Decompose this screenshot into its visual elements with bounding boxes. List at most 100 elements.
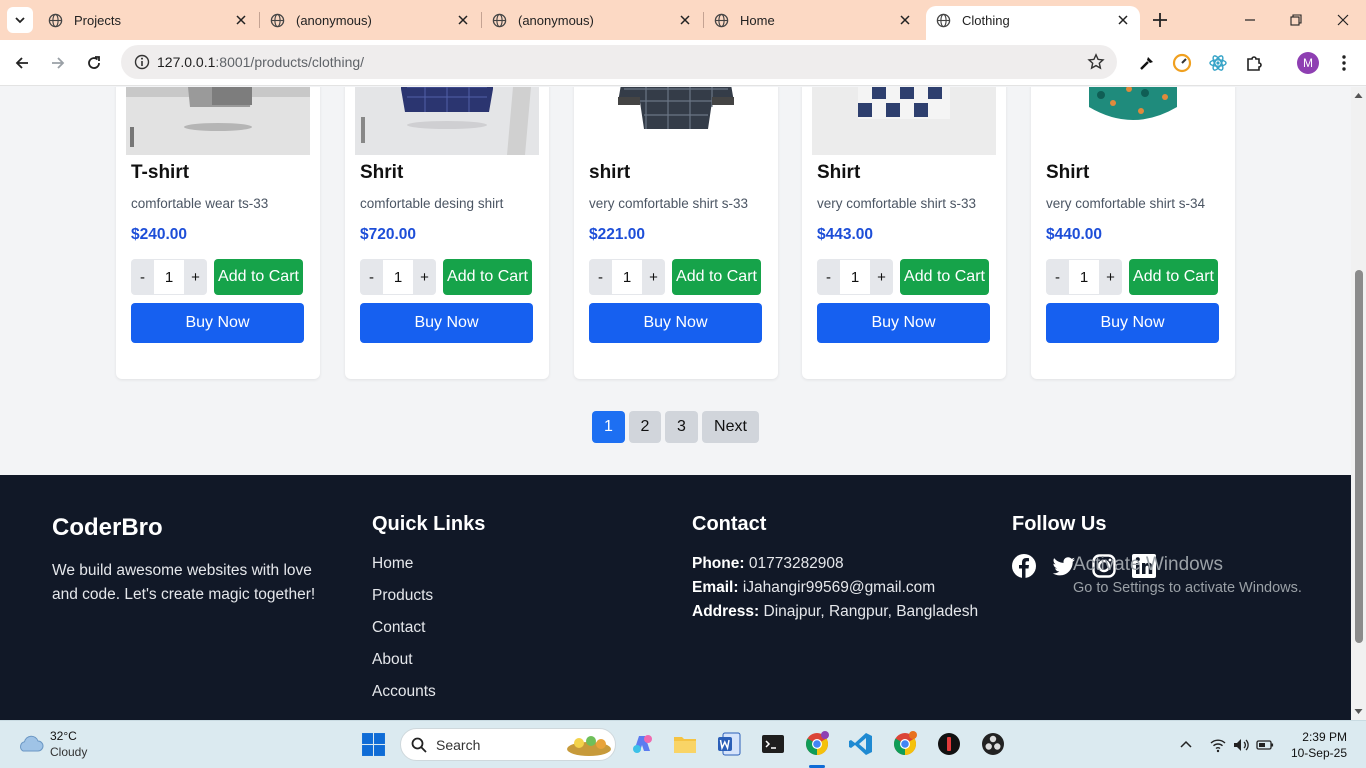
quantity-input[interactable]: 1 — [154, 259, 184, 295]
product-image[interactable] — [126, 87, 310, 155]
product-name[interactable]: Shirt — [1046, 162, 1089, 184]
back-arrow-icon[interactable] — [12, 53, 32, 73]
contact-phone: Phone: 01773282908 — [692, 555, 978, 579]
increase-quantity-button[interactable]: + — [413, 259, 436, 295]
product-price: $720.00 — [360, 226, 417, 243]
product-name[interactable]: Shirt — [817, 162, 860, 184]
close-tab-icon[interactable] — [454, 11, 472, 29]
taskbar-clock[interactable]: 2:39 PM 10-Sep-25 — [1291, 729, 1347, 761]
increase-quantity-button[interactable]: + — [870, 259, 893, 295]
decrease-quantity-button[interactable]: - — [817, 259, 840, 295]
speaker-icon[interactable] — [1232, 736, 1250, 754]
obs-icon[interactable] — [980, 731, 1006, 757]
add-to-cart-button[interactable]: Add to Cart — [1129, 259, 1218, 295]
footer-link-accounts[interactable]: Accounts — [372, 683, 436, 715]
bookmark-star-icon[interactable] — [1087, 53, 1105, 71]
pagination-page-2[interactable]: 2 — [629, 411, 661, 443]
increase-quantity-button[interactable]: + — [1099, 259, 1122, 295]
close-tab-icon[interactable] — [896, 11, 914, 29]
add-to-cart-button[interactable]: Add to Cart — [443, 259, 532, 295]
footer-link-home[interactable]: Home — [372, 555, 436, 587]
decrease-quantity-button[interactable]: - — [1046, 259, 1069, 295]
browser-tab[interactable]: (anonymous) — [260, 0, 480, 40]
facebook-icon[interactable] — [1011, 553, 1037, 579]
buy-now-button[interactable]: Buy Now — [1046, 303, 1219, 343]
add-to-cart-button[interactable]: Add to Cart — [672, 259, 761, 295]
pagination-page-1[interactable]: 1 — [592, 411, 625, 443]
browser-tab[interactable]: (anonymous) — [482, 0, 702, 40]
product-image[interactable] — [1041, 87, 1225, 155]
increase-quantity-button[interactable]: + — [642, 259, 665, 295]
file-explorer-icon[interactable] — [672, 731, 698, 757]
close-tab-icon[interactable] — [676, 11, 694, 29]
browser-tab[interactable]: Projects — [38, 0, 258, 40]
close-window-icon[interactable] — [1334, 11, 1352, 29]
quick-links-heading: Quick Links — [372, 513, 486, 535]
chrome-icon[interactable] — [804, 731, 830, 757]
word-icon[interactable] — [716, 731, 742, 757]
battery-icon[interactable] — [1256, 736, 1274, 754]
browser-tab[interactable]: Home — [704, 0, 922, 40]
product-description: very comfortable shirt s-34 — [1046, 196, 1206, 211]
close-tab-icon[interactable] — [232, 11, 250, 29]
buy-now-button[interactable]: Buy Now — [817, 303, 990, 343]
vscode-icon[interactable] — [848, 731, 874, 757]
pagination-page-3[interactable]: 3 — [665, 411, 698, 443]
product-image[interactable] — [355, 87, 539, 155]
product-image[interactable] — [584, 87, 768, 155]
chevron-up-icon[interactable] — [1177, 736, 1195, 754]
speedometer-extension-icon[interactable] — [1171, 52, 1193, 74]
product-image[interactable] — [812, 87, 996, 155]
footer-link-products[interactable]: Products — [372, 587, 436, 619]
quantity-input[interactable]: 1 — [612, 259, 642, 295]
buy-now-button[interactable]: Buy Now — [360, 303, 533, 343]
quantity-input[interactable]: 1 — [383, 259, 413, 295]
scroll-up-arrow-icon[interactable] — [1354, 91, 1363, 100]
quantity-input[interactable]: 1 — [1069, 259, 1099, 295]
react-devtools-icon[interactable] — [1207, 52, 1229, 74]
chrome-profile-icon[interactable] — [892, 731, 918, 757]
decrease-quantity-button[interactable]: - — [589, 259, 612, 295]
new-tab-icon[interactable] — [1151, 11, 1169, 29]
kebab-menu-icon[interactable] — [1333, 52, 1355, 74]
clock-time: 2:39 PM — [1302, 730, 1347, 744]
pagination-next[interactable]: Next — [702, 411, 759, 443]
product-name[interactable]: shirt — [589, 162, 630, 184]
restore-icon[interactable] — [1287, 11, 1305, 29]
add-to-cart-button[interactable]: Add to Cart — [900, 259, 989, 295]
quantity-stepper: - 1 + — [131, 259, 207, 295]
product-name[interactable]: Shrit — [360, 162, 403, 184]
minimize-icon[interactable] — [1241, 11, 1259, 29]
reload-icon[interactable] — [84, 53, 104, 73]
globe-icon — [48, 13, 63, 28]
buy-now-button[interactable]: Buy Now — [131, 303, 304, 343]
scrollbar-thumb[interactable] — [1355, 270, 1363, 643]
taskbar-search-box[interactable]: Search — [400, 728, 616, 761]
address-bar[interactable]: 127.0.0.1:8001/products/clothing/ — [121, 45, 1117, 79]
browser-tab-active[interactable]: Clothing — [926, 6, 1140, 40]
wifi-icon[interactable] — [1209, 736, 1227, 754]
quantity-input[interactable]: 1 — [840, 259, 870, 295]
tab-search-button[interactable] — [7, 7, 33, 33]
page-scrollbar[interactable] — [1351, 87, 1366, 720]
add-to-cart-button[interactable]: Add to Cart — [214, 259, 303, 295]
footer-link-about[interactable]: About — [372, 651, 436, 683]
site-info-icon[interactable] — [134, 54, 150, 70]
terminal-icon[interactable] — [760, 731, 786, 757]
windows-start-icon[interactable] — [361, 732, 386, 757]
copilot-icon[interactable] — [629, 731, 655, 757]
search-placeholder: Search — [436, 737, 481, 753]
buy-now-button[interactable]: Buy Now — [589, 303, 762, 343]
app-icon[interactable] — [936, 731, 962, 757]
product-name[interactable]: T-shirt — [131, 162, 189, 184]
decrease-quantity-button[interactable]: - — [360, 259, 383, 295]
extensions-puzzle-icon[interactable] — [1243, 52, 1265, 74]
increase-quantity-button[interactable]: + — [184, 259, 207, 295]
scroll-down-arrow-icon[interactable] — [1354, 707, 1363, 716]
forward-arrow-icon[interactable] — [48, 53, 68, 73]
profile-avatar[interactable]: M — [1297, 52, 1319, 74]
close-tab-icon[interactable] — [1114, 11, 1132, 29]
decrease-quantity-button[interactable]: - — [131, 259, 154, 295]
eyedropper-extension-icon[interactable] — [1136, 52, 1158, 74]
footer-link-contact[interactable]: Contact — [372, 619, 436, 651]
